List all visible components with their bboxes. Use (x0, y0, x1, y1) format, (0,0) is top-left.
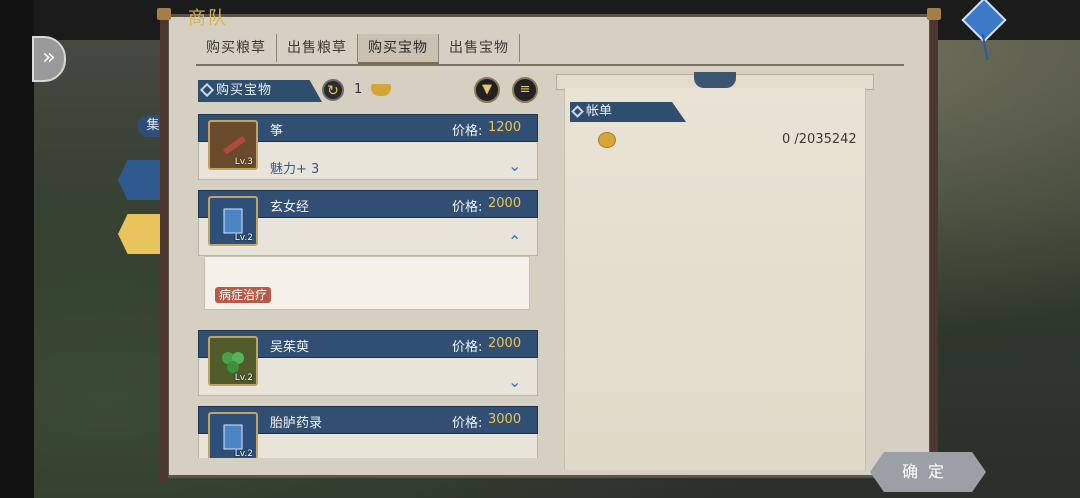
item-name: 吴茱萸 (270, 340, 310, 355)
chevron-up-icon[interactable]: ⌃ (508, 232, 521, 251)
item-attribute: 魅力+ 3 (270, 162, 320, 177)
section-title: 购买宝物 (216, 83, 273, 98)
book-icon: Lv.2 (208, 412, 258, 458)
chevron-down-icon[interactable]: ⌄ (508, 156, 521, 175)
filter-icon[interactable]: ▼ (474, 77, 500, 103)
tab-sell-treasure[interactable]: 出售宝物 (439, 34, 520, 62)
tab-buy-treasure[interactable]: 购买宝物 (358, 34, 439, 64)
refresh-count: 1 (354, 82, 363, 97)
item-name: 筝 (270, 124, 284, 139)
tab-divider (196, 64, 904, 66)
scroll-knob-icon (694, 72, 736, 88)
tab-buy-grain[interactable]: 购买粮草 (196, 34, 277, 62)
item-level: Lv.2 (234, 449, 253, 458)
bill-amount: 0 /2035242 (782, 132, 857, 147)
scroll-rod-left (157, 8, 171, 484)
scroll-rod-right (927, 8, 941, 484)
refresh-icon[interactable]: ↻ (322, 79, 344, 101)
sort-list-icon[interactable]: ≡ (512, 77, 538, 103)
side-menu-blue-icon[interactable] (118, 160, 166, 200)
item-price: 2000 (488, 336, 522, 351)
item-level: Lv.2 (234, 233, 253, 243)
list-item[interactable]: Lv.2 吴茱萸 价格: 2000 ⌄ (198, 330, 538, 396)
item-price: 1200 (488, 120, 522, 135)
diamond-icon (199, 82, 215, 98)
item-level: Lv.2 (234, 373, 253, 383)
bill-header: 帐单 (570, 102, 686, 122)
panel-title: 商队 (188, 8, 228, 29)
coin-icon (598, 132, 616, 148)
price-label: 价格: (452, 124, 483, 139)
tab-sell-grain[interactable]: 出售粮草 (277, 34, 358, 62)
left-edge (0, 0, 34, 498)
diamond-icon (571, 105, 584, 118)
confirm-button[interactable]: 确定 (870, 452, 986, 492)
list-item[interactable]: Lv.2 玄女经 价格: 2000 ⌃ 病症治疗 (198, 190, 538, 310)
item-detail-panel: 病症治疗 (204, 256, 530, 310)
bill-title: 帐单 (586, 104, 613, 119)
zither-icon: Lv.3 (208, 120, 258, 170)
effect-tag: 病症治疗 (215, 287, 272, 303)
list-item[interactable]: Lv.2 胎胪药录 价格: 3000 ⌄ (198, 406, 538, 458)
herb-icon: Lv.2 (208, 336, 258, 386)
item-price: 2000 (488, 196, 522, 211)
item-price: 3000 (488, 412, 522, 427)
price-label: 价格: (452, 416, 483, 431)
item-name: 玄女经 (270, 200, 310, 215)
item-name: 胎胪药录 (270, 416, 323, 431)
gold-ingot-icon (371, 84, 391, 96)
section-header: 购买宝物 (198, 80, 322, 102)
side-menu-gold-icon[interactable] (118, 214, 166, 254)
price-label: 价格: (452, 200, 483, 215)
item-level: Lv.3 (234, 157, 253, 167)
item-list[interactable]: Lv.3 筝 价格: 1200 魅力+ 3 ⌄ Lv.2 玄女经 价格: 200… (198, 114, 538, 458)
book-icon: Lv.2 (208, 196, 258, 246)
chevron-down-icon[interactable]: ⌄ (508, 372, 521, 391)
chevron-down-icon[interactable]: ⌄ (508, 448, 521, 458)
tab-bar: 购买粮草 出售粮草 购买宝物 出售宝物 (196, 34, 520, 64)
price-label: 价格: (452, 340, 483, 355)
list-item[interactable]: Lv.3 筝 价格: 1200 魅力+ 3 ⌄ (198, 114, 538, 180)
bill-scroll: 帐单 0 /2035242 (556, 72, 874, 470)
